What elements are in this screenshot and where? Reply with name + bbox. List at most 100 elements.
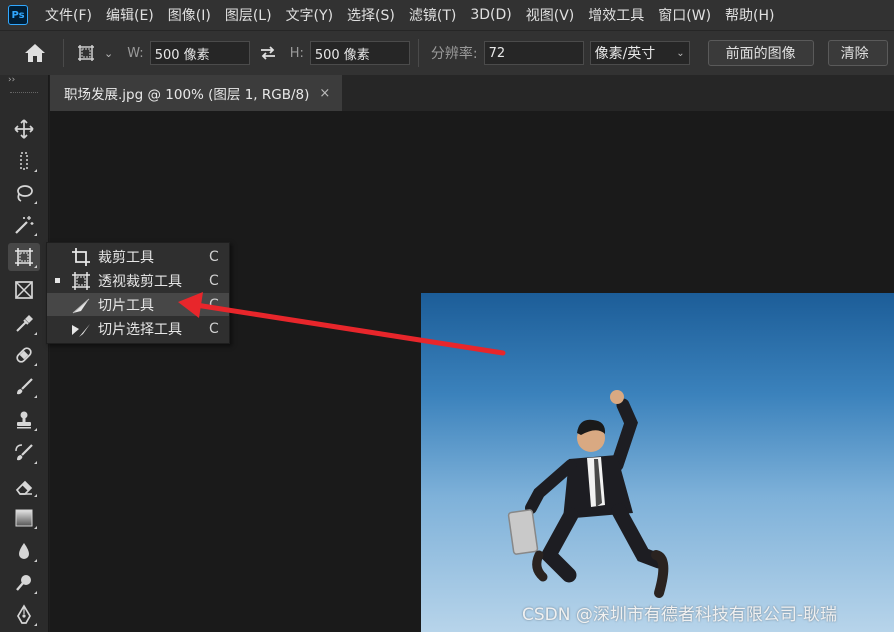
flyout-item-slice[interactable]: 切片工具 C [47, 293, 229, 316]
height-input[interactable]: 500 像素 [309, 41, 410, 65]
swap-icon [260, 46, 275, 60]
marquee-icon [20, 152, 28, 170]
flyout-item-shortcut: C [209, 296, 219, 313]
tool-preset-picker[interactable]: ⌄ [76, 43, 113, 63]
flyout-item-crop[interactable]: 裁剪工具 C [47, 245, 229, 268]
gradient-tool[interactable] [8, 504, 40, 532]
menu-file[interactable]: 文件(F) [38, 5, 99, 25]
slice-icon [72, 298, 90, 314]
perspective-crop-icon [15, 248, 33, 266]
menu-view[interactable]: 视图(V) [519, 5, 582, 25]
flyout-item-label: 切片工具 [98, 297, 154, 314]
menu-type[interactable]: 文字(Y) [279, 5, 340, 25]
submenu-indicator [34, 233, 37, 236]
resolution-label: 分辨率: [430, 46, 478, 62]
submenu-indicator [34, 363, 37, 366]
watermark-text: CSDN @深圳市有德者科技有限公司-耿瑞 [522, 605, 838, 625]
submenu-indicator [34, 332, 37, 335]
panel-grip[interactable] [10, 92, 38, 95]
close-icon[interactable]: × [319, 86, 330, 101]
marquee-tool[interactable] [8, 147, 40, 175]
flyout-item-label: 切片选择工具 [98, 321, 182, 338]
submenu-indicator [34, 526, 37, 529]
submenu-indicator [34, 395, 37, 398]
submenu-indicator [34, 559, 37, 562]
clone-stamp-tool[interactable] [8, 406, 40, 434]
submenu-indicator [34, 201, 37, 204]
eraser-tool[interactable] [8, 472, 40, 500]
gradient-icon [15, 509, 33, 527]
panel-collapse-toggle[interactable]: ›› [8, 75, 15, 85]
stamp-icon [17, 411, 31, 429]
frame-tool[interactable] [8, 276, 40, 304]
menu-window[interactable]: 窗口(W) [651, 5, 718, 25]
dodge-tool[interactable] [8, 569, 40, 597]
blur-tool[interactable] [8, 537, 40, 565]
menu-help[interactable]: 帮助(H) [718, 5, 781, 25]
menu-filter[interactable]: 滤镜(T) [402, 5, 463, 25]
pen-icon [17, 604, 31, 624]
submenu-indicator [34, 265, 37, 268]
healing-brush-tool[interactable] [8, 341, 40, 369]
options-bar: ⌄ W: 500 像素 H: 500 像素 分辨率: 72 像素/英寸 ⌄ 前面… [0, 30, 894, 75]
menu-layer[interactable]: 图层(L) [218, 5, 279, 25]
tools-panel: ›› [0, 75, 49, 632]
document-image [421, 293, 894, 632]
submenu-indicator [34, 428, 37, 431]
dodge-icon [16, 575, 31, 591]
options-separator [63, 39, 64, 67]
height-label: H: [289, 45, 304, 61]
crop-icon [72, 248, 90, 266]
brush-tool[interactable] [8, 373, 40, 401]
eyedropper-icon [16, 315, 33, 332]
move-icon [14, 119, 34, 139]
document-tab-bar: 职场发展.jpg @ 100% (图层 1, RGB/8) × [50, 75, 894, 111]
flyout-item-label: 裁剪工具 [98, 249, 154, 266]
move-tool[interactable] [8, 115, 40, 143]
clear-button[interactable]: 清除 [827, 40, 888, 66]
submenu-indicator [34, 461, 37, 464]
front-image-button[interactable]: 前面的图像 [707, 40, 814, 66]
home-button[interactable] [15, 35, 55, 71]
flyout-item-perspective-crop[interactable]: 透视裁剪工具 C [47, 269, 229, 292]
document-tab-title: 职场发展.jpg @ 100% (图层 1, RGB/8) [64, 87, 310, 103]
chevron-down-icon: ⌄ [104, 46, 114, 60]
submenu-indicator [34, 494, 37, 497]
flyout-item-shortcut: C [209, 320, 219, 337]
brush-icon [17, 378, 33, 395]
submenu-indicator [34, 623, 37, 626]
menu-plugins[interactable]: 增效工具 [581, 5, 651, 25]
options-separator [417, 39, 419, 67]
history-brush-tool[interactable] [8, 439, 40, 467]
document-tab[interactable]: 职场发展.jpg @ 100% (图层 1, RGB/8) × [50, 75, 342, 111]
resolution-unit-value: 像素/英寸 [594, 46, 656, 62]
menu-image[interactable]: 图像(I) [161, 5, 218, 25]
lasso-tool[interactable] [8, 179, 40, 207]
menu-3d[interactable]: 3D(D) [463, 7, 518, 23]
bandage-icon [16, 347, 32, 363]
eyedropper-tool[interactable] [8, 310, 40, 338]
width-label: W: [127, 45, 144, 61]
resolution-input[interactable]: 72 [483, 41, 584, 65]
crop-tool[interactable] [8, 243, 40, 271]
width-input[interactable]: 500 像素 [149, 41, 250, 65]
chevron-down-icon: ⌄ [676, 47, 685, 59]
magic-wand-icon [15, 216, 34, 234]
submenu-indicator [34, 591, 37, 594]
flyout-item-label: 透视裁剪工具 [98, 273, 182, 290]
home-icon [25, 44, 45, 62]
flyout-item-slice-select[interactable]: 切片选择工具 C [47, 317, 229, 340]
photoshop-logo[interactable]: Ps [8, 5, 28, 25]
menu-select[interactable]: 选择(S) [340, 5, 402, 25]
pen-tool[interactable] [8, 601, 40, 629]
submenu-indicator [34, 169, 37, 172]
resolution-unit-select[interactable]: 像素/英寸 ⌄ [589, 41, 690, 65]
menu-bar: Ps 文件(F) 编辑(E) 图像(I) 图层(L) 文字(Y) 选择(S) 滤… [0, 0, 894, 30]
selected-tool-indicator [55, 278, 60, 283]
magic-wand-tool[interactable] [8, 211, 40, 239]
blur-drop-icon [19, 543, 29, 559]
perspective-crop-icon [78, 45, 94, 61]
swap-dimensions-button[interactable] [254, 45, 282, 61]
menu-edit[interactable]: 编辑(E) [99, 5, 161, 25]
flyout-item-shortcut: C [209, 248, 219, 265]
